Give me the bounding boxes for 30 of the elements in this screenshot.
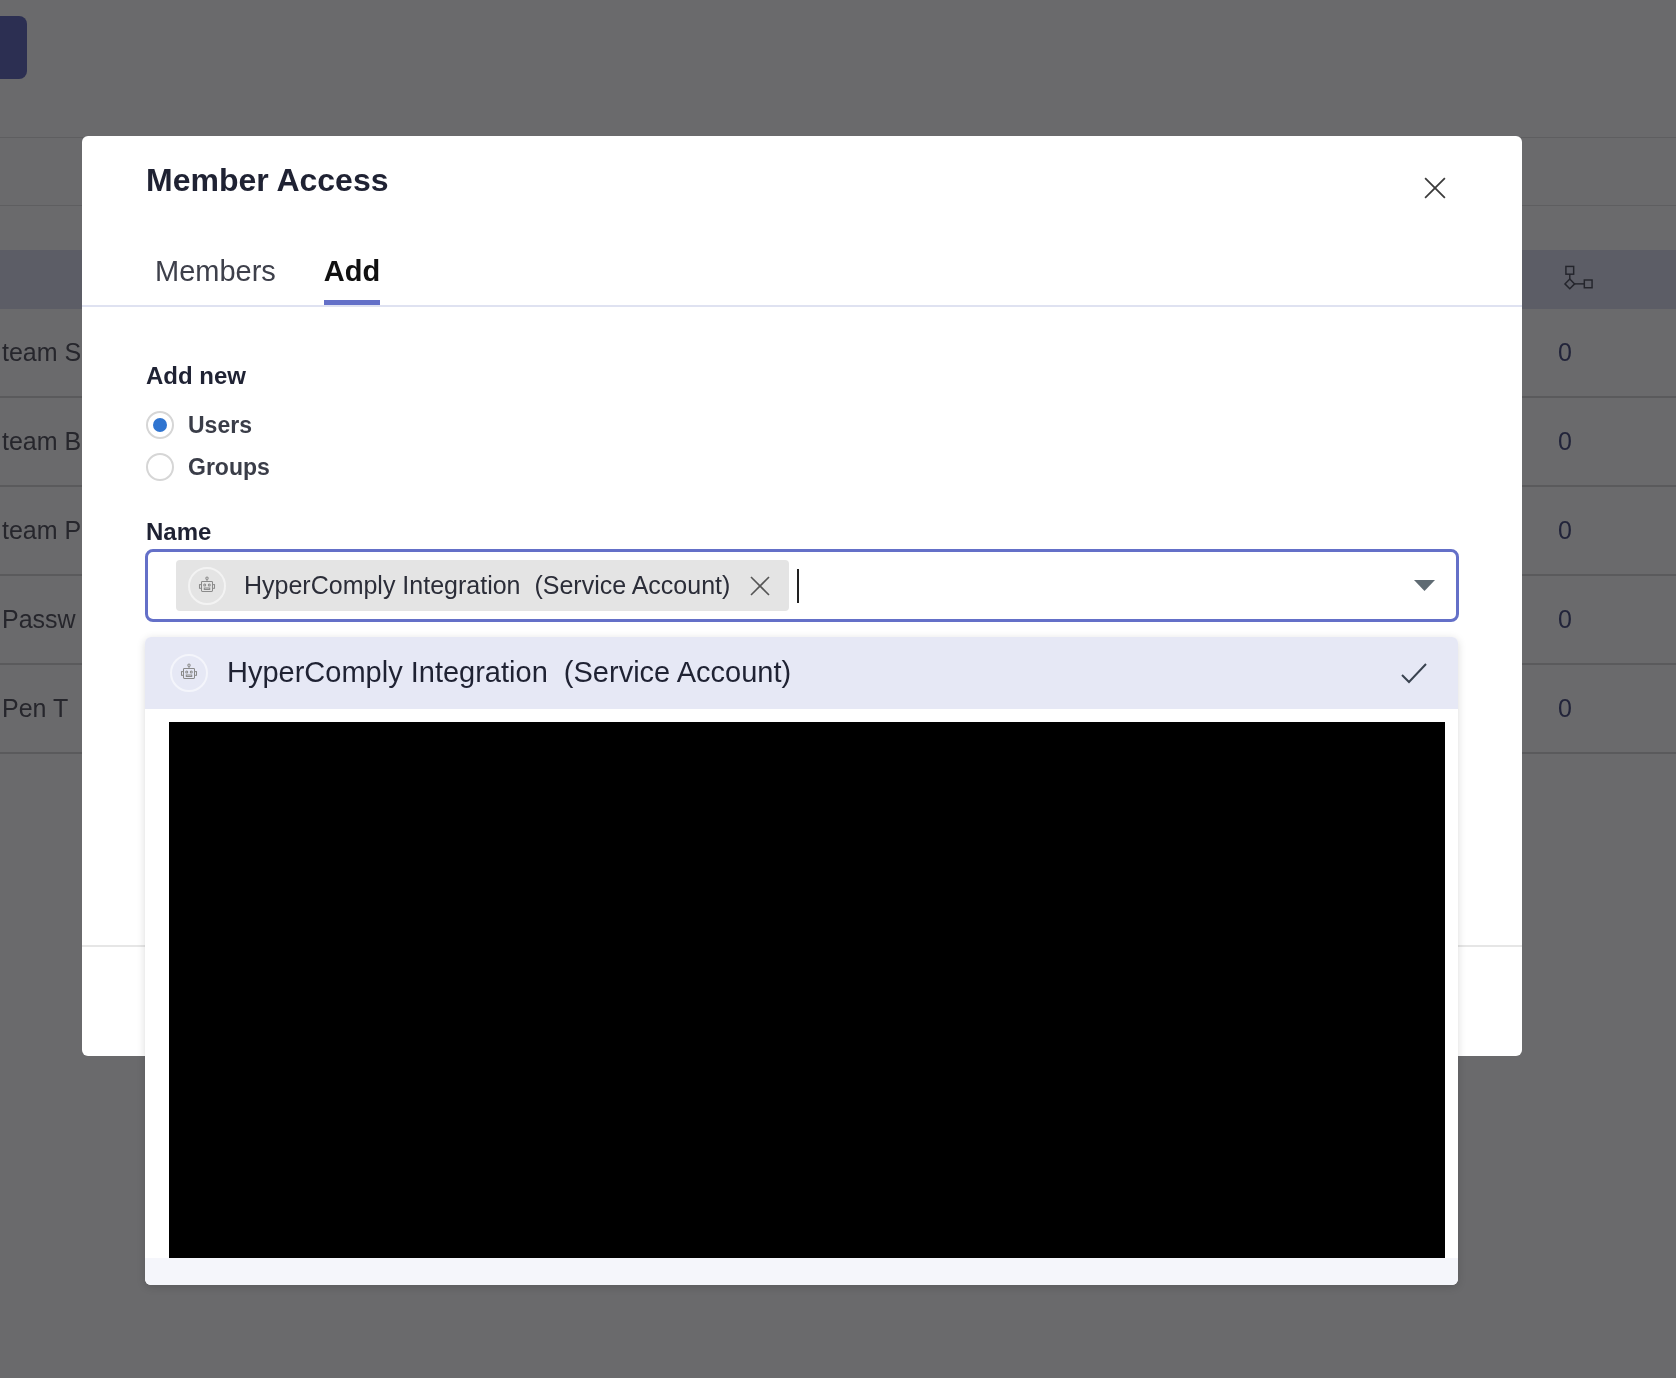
table-cell: 0 xyxy=(1558,426,1572,455)
table-cell: team B xyxy=(2,426,82,455)
radio-button[interactable] xyxy=(146,453,174,481)
radio-label: Users xyxy=(188,410,252,440)
field-label: Add new xyxy=(146,361,246,391)
field-label: Name xyxy=(146,517,212,547)
table-cell: Passw xyxy=(2,604,76,633)
close-icon xyxy=(750,575,771,596)
tab[interactable]: Add xyxy=(323,240,381,305)
table-cell: 0 xyxy=(1558,604,1572,633)
caret-down-icon[interactable] xyxy=(1414,580,1435,591)
text-cursor-icon xyxy=(797,568,800,603)
table-cell: team P xyxy=(2,515,82,544)
tab[interactable]: Members xyxy=(155,240,276,305)
chip-label: HyperComply Integration (Service Account) xyxy=(244,569,731,601)
robot-icon xyxy=(170,654,208,692)
robot-icon xyxy=(188,566,226,605)
radio-button[interactable] xyxy=(146,411,174,439)
close-icon xyxy=(1424,177,1446,199)
dropdown-option[interactable]: HyperComply Integration (Service Account) xyxy=(145,637,1458,709)
checkmark-icon xyxy=(1401,662,1427,684)
remove-chip-button[interactable] xyxy=(748,573,773,598)
name-select-field[interactable]: HyperComply Integration (Service Account) xyxy=(145,549,1459,622)
radio-label: Groups xyxy=(188,452,270,482)
table-cell: 0 xyxy=(1558,693,1572,722)
dialog-title: Member Access xyxy=(146,161,389,199)
table-cell: 0 xyxy=(1558,515,1572,544)
table-cell: team S xyxy=(2,337,82,366)
table-cell: Pen T xyxy=(2,693,69,722)
table-cell: 0 xyxy=(1558,337,1572,366)
